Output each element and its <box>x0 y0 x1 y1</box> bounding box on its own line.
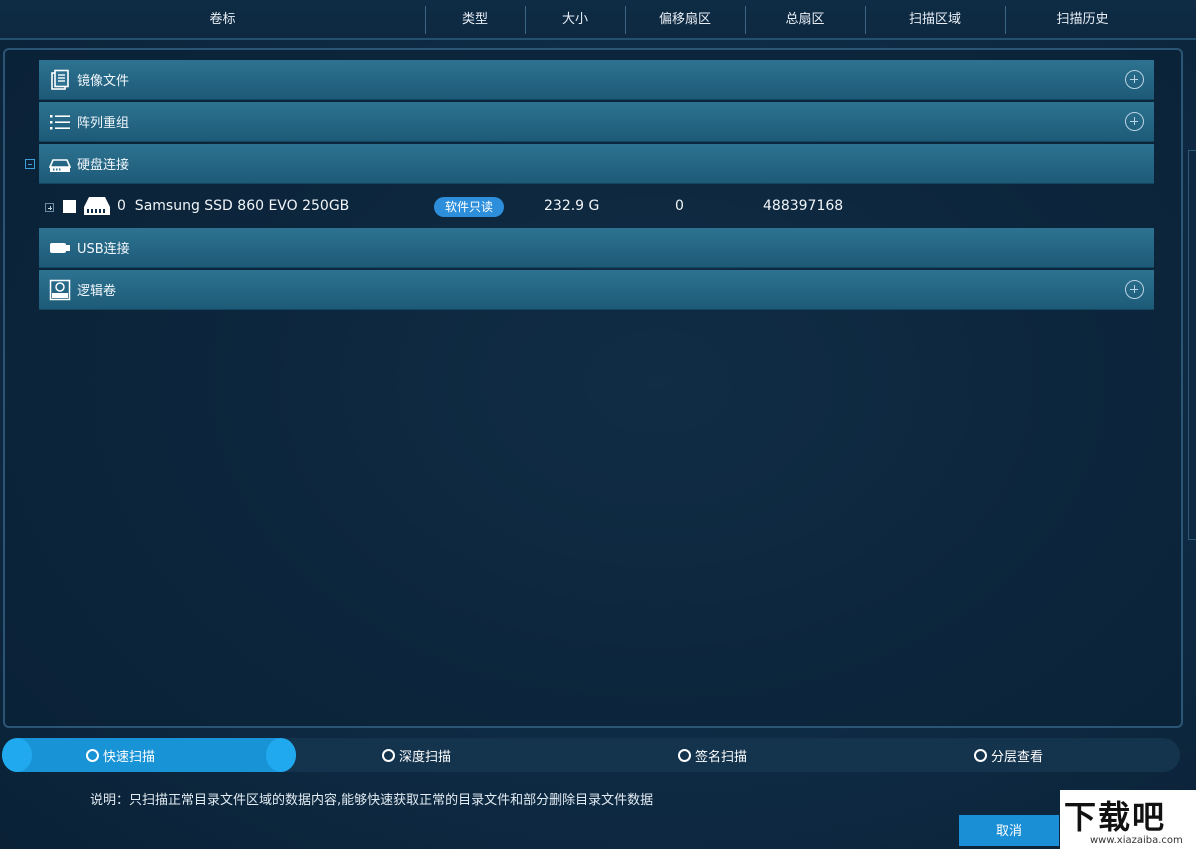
tree-row-label: 镜像文件 <box>77 74 130 89</box>
lvm-icon <box>49 279 71 301</box>
hard-disk-icon <box>48 153 72 175</box>
radio-icon[interactable] <box>382 748 395 762</box>
expand-plus-icon[interactable] <box>1125 112 1144 131</box>
tree-row-disk-connect[interactable]: 硬盘连接 <box>39 144 1154 184</box>
radio-icon[interactable] <box>86 748 99 762</box>
hard-disk-icon <box>83 195 111 217</box>
tree-row-image-files[interactable]: 镜像文件 <box>39 60 1154 100</box>
watermark-url: www.xiazaiba.com <box>1090 835 1183 846</box>
disk-list-item[interactable]: 0 Samsung SSD 860 EVO 250GB 软件只读 232.9 G… <box>39 187 1154 227</box>
scan-mode-label: 分层查看 <box>991 749 1044 765</box>
column-header-size[interactable]: 大小 <box>525 6 625 34</box>
tree-row-label: 逻辑卷 <box>77 284 117 299</box>
scan-mode-signature[interactable]: 签名扫描 <box>678 738 747 772</box>
list-icon <box>49 111 71 133</box>
read-only-badge: 软件只读 <box>434 197 504 217</box>
column-header-label[interactable]: 卷标 <box>20 6 425 34</box>
scan-mode-quick[interactable]: 快速扫描 <box>86 738 155 772</box>
column-header-total-sectors[interactable]: 总扇区 <box>745 6 865 34</box>
watermark-logo: 下载吧 www.xiazaiba.com <box>1060 790 1196 849</box>
expand-plus-icon[interactable] <box>45 203 54 212</box>
usb-icon <box>49 237 71 259</box>
scan-mode-label: 签名扫描 <box>695 749 748 765</box>
disk-offset-sector: 0 <box>675 198 684 214</box>
scan-mode-label: 深度扫描 <box>399 749 452 765</box>
column-header-type[interactable]: 类型 <box>425 6 525 34</box>
disk-name: 0 Samsung SSD 860 EVO 250GB <box>117 198 350 214</box>
scan-mode-label: 快速扫描 <box>103 749 156 765</box>
expand-plus-icon[interactable] <box>1125 280 1144 299</box>
scan-mode-deep[interactable]: 深度扫描 <box>382 738 451 772</box>
expand-plus-icon[interactable] <box>1125 70 1144 89</box>
column-header-scan-area[interactable]: 扫描区域 <box>865 6 1005 34</box>
watermark-title: 下载吧 <box>1064 798 1167 836</box>
disk-total-sectors: 488397168 <box>763 198 844 214</box>
column-header-offset[interactable]: 偏移扇区 <box>625 6 745 34</box>
scan-mode-layered[interactable]: 分层查看 <box>974 738 1043 772</box>
tree-row-usb-connect[interactable]: USB连接 <box>39 228 1154 268</box>
disk-checkbox[interactable] <box>63 200 76 213</box>
tree-row-lvm[interactable]: 逻辑卷 <box>39 270 1154 310</box>
tree-row-label: 硬盘连接 <box>77 158 130 173</box>
scan-mode-bar: 快速扫描 深度扫描 签名扫描 分层查看 <box>2 738 1180 772</box>
tree-row-label: 阵列重组 <box>77 116 130 131</box>
disk-size: 232.9 G <box>544 198 600 214</box>
image-file-icon <box>49 69 71 91</box>
radio-icon[interactable] <box>974 748 987 762</box>
tree-row-label: USB连接 <box>77 242 130 257</box>
radio-icon[interactable] <box>678 748 691 762</box>
scrollbar[interactable] <box>1188 150 1196 540</box>
tree-row-raid[interactable]: 阵列重组 <box>39 102 1154 142</box>
collapse-minus-icon[interactable] <box>25 159 35 169</box>
column-header-scan-history[interactable]: 扫描历史 <box>1005 6 1160 34</box>
scan-description: 说明：只扫描正常目录文件区域的数据内容,能够快速获取正常的目录文件和部分删除目录… <box>90 793 654 808</box>
column-header-bar: 卷标 类型 大小 偏移扇区 总扇区 扫描区域 扫描历史 <box>0 0 1196 40</box>
cancel-button[interactable]: 取消 <box>959 815 1059 846</box>
